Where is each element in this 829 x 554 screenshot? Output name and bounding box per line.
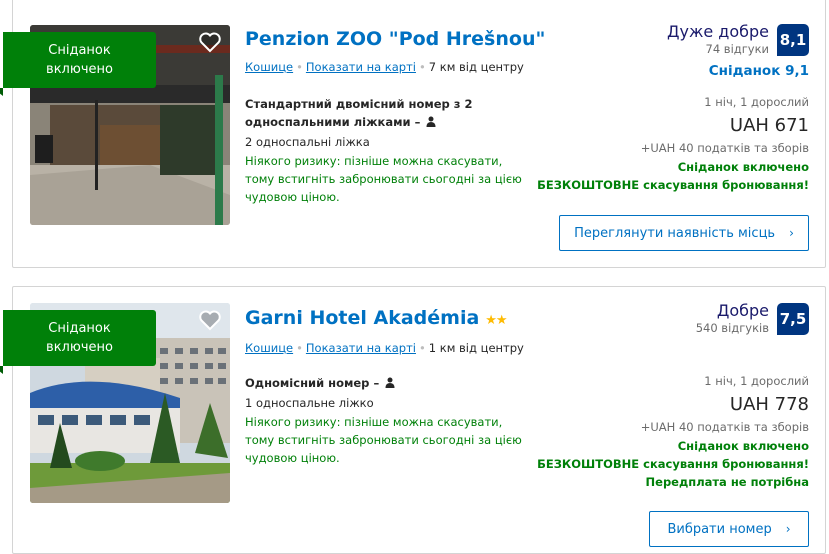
nights-guests-text: 1 ніч, 1 дорослий xyxy=(704,374,809,388)
show-on-map-link[interactable]: Показати на карті xyxy=(306,341,416,355)
review-score-badge: 8,1 xyxy=(777,24,809,56)
chevron-right-icon: › xyxy=(785,522,791,536)
city-link[interactable]: Кошице xyxy=(245,60,293,74)
rating-text: Дуже добре 74 відгуки xyxy=(667,22,769,56)
hotel-card: Сніданок включено Garni Hotel Akadémia ★★… xyxy=(0,286,826,554)
button-label: Переглянути наявність місць xyxy=(574,225,776,241)
person-icon xyxy=(426,116,436,127)
room-info: Одномісний номер – 1 односпальне ліжко Н… xyxy=(245,374,535,467)
review-count: 540 відгуків xyxy=(695,321,769,335)
rating-word: Добре xyxy=(716,301,769,320)
dash: – xyxy=(373,376,384,390)
see-availability-button[interactable]: Переглянути наявність місць › xyxy=(559,215,809,251)
room-title[interactable]: Стандартний двомісний номер з 2 односпал… xyxy=(245,95,535,131)
taxes-text: +UAH 40 податків та зборів xyxy=(640,420,809,434)
rating-word: Дуже добре xyxy=(666,22,769,41)
city-link[interactable]: Кошице xyxy=(245,341,293,355)
ribbon-fold xyxy=(0,88,3,96)
nights-guests-text: 1 ніч, 1 дорослий xyxy=(704,95,809,109)
beds-text: 2 односпальні ліжка xyxy=(245,135,370,149)
show-on-map-link[interactable]: Показати на карті xyxy=(306,60,416,74)
distance-text: 7 км від центру xyxy=(428,60,524,74)
rating-block[interactable]: Добре 540 відгуків 7,5 xyxy=(629,301,809,341)
price-block: 1 ніч, 1 дорослий UAH 778 +UAH 40 податк… xyxy=(537,374,809,489)
rating-block[interactable]: Дуже добре 74 відгуки 8,1 xyxy=(629,22,809,92)
hotel-name[interactable]: Garni Hotel Akadémia ★★ xyxy=(245,307,508,329)
perk-no-prepayment: Передплата не потрібна xyxy=(645,475,809,489)
perk-free-cancellation: БЕЗКОШТОВНЕ скасування бронювання! xyxy=(537,457,809,471)
location-line: Кошице • Показати на карті • 7 км від центру xyxy=(245,60,524,74)
separator-dot: • xyxy=(296,60,303,74)
review-score-badge: 7,5 xyxy=(777,303,809,335)
ribbon-label: Сніданок включено xyxy=(46,321,113,355)
room-title-text: Одномісний номер xyxy=(245,376,370,390)
room-info: Стандартний двомісний номер з 2 односпал… xyxy=(245,95,535,206)
beds-text: 1 односпальне ліжко xyxy=(245,396,374,410)
chevron-right-icon: › xyxy=(789,226,794,240)
perk-free-cancellation: БЕЗКОШТОВНЕ скасування бронювання! xyxy=(537,178,809,192)
separator-dot: • xyxy=(296,341,303,355)
breakfast-ribbon: Сніданок включено xyxy=(0,32,156,96)
hotel-name[interactable]: Penzion ZOO "Pod Hrešnou" xyxy=(245,28,545,50)
breakfast-sub-score: Сніданок 9,1 xyxy=(708,63,809,79)
no-risk-text: Ніякого ризику: пізніше можна скасувати,… xyxy=(245,415,522,465)
price-block: 1 ніч, 1 дорослий UAH 671 +UAH 40 податк… xyxy=(537,95,809,192)
separator-dot: • xyxy=(418,341,426,355)
rating-text: Добре 540 відгуків xyxy=(696,301,769,335)
separator-dot: • xyxy=(418,60,426,74)
star-rating: ★★ xyxy=(485,313,507,328)
no-risk-text: Ніякого ризику: пізніше можна скасувати,… xyxy=(245,154,522,204)
dash: – xyxy=(414,115,425,129)
heart-icon[interactable] xyxy=(198,31,222,53)
heart-icon[interactable] xyxy=(198,309,222,331)
ribbon-label: Сніданок включено xyxy=(46,43,113,77)
perk-breakfast: Сніданок включено xyxy=(677,160,809,174)
review-count: 74 відгуки xyxy=(705,42,769,56)
button-label: Вибрати номер xyxy=(667,521,772,537)
hotel-name-text: Garni Hotel Akadémia xyxy=(245,307,480,329)
breakfast-ribbon: Сніданок включено xyxy=(0,310,156,374)
ribbon-fold xyxy=(0,366,3,374)
taxes-text: +UAH 40 податків та зборів xyxy=(640,141,809,155)
price-amount: UAH 671 xyxy=(729,115,809,136)
price-amount: UAH 778 xyxy=(729,394,809,415)
person-icon xyxy=(385,377,395,388)
distance-text: 1 км від центру xyxy=(428,341,524,355)
room-title-text: Стандартний двомісний номер з 2 односпал… xyxy=(245,97,473,129)
select-room-button[interactable]: Вибрати номер › xyxy=(649,511,809,547)
room-title[interactable]: Одномісний номер – xyxy=(245,374,535,392)
location-line: Кошице • Показати на карті • 1 км від центру xyxy=(245,341,524,355)
perk-breakfast: Сніданок включено xyxy=(677,439,809,453)
hotel-card: Сніданок включено Penzion ZOO "Pod Hrešn… xyxy=(0,0,826,268)
